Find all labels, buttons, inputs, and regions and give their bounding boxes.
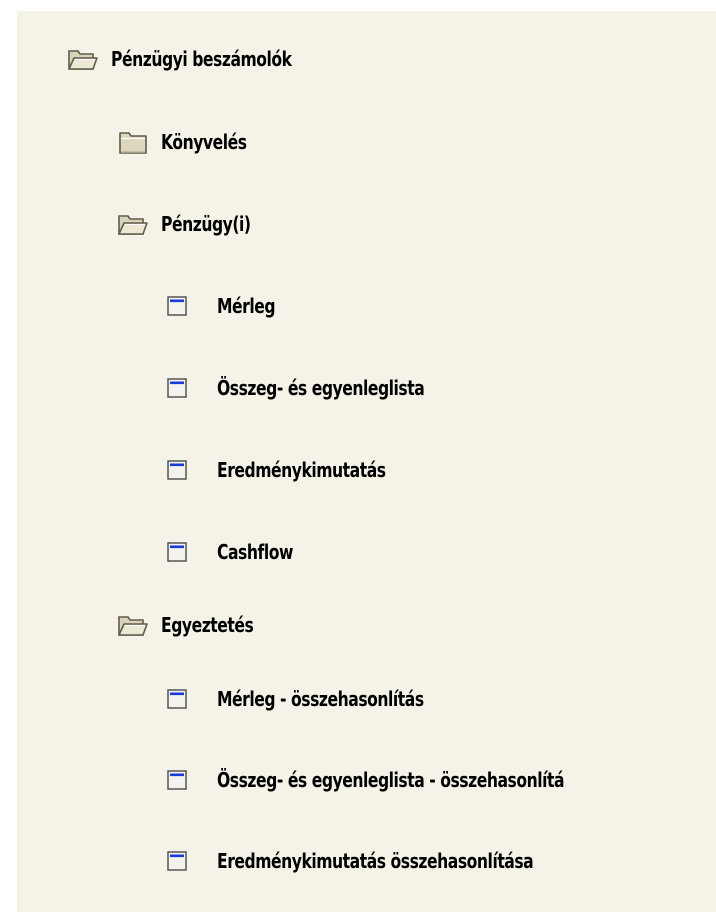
tree-node-penzugyi-beszamolok[interactable]: Pénzügyi beszámolók: [67, 41, 343, 77]
tree-node-label: Mérleg: [217, 294, 276, 318]
tree-node-label: Egyeztetés: [161, 613, 254, 637]
report-icon: [167, 770, 187, 790]
tree-leaf-eredmenykimutatas-osszehasonlitasa[interactable]: Eredménykimutatás összehasonlítása: [167, 843, 622, 879]
tree-leaf-cashflow[interactable]: Cashflow: [167, 534, 314, 570]
tree-node-penzugy[interactable]: Pénzügy(i): [117, 206, 276, 242]
folder-closed-icon: [117, 128, 149, 156]
report-icon: [167, 851, 187, 871]
tree-leaf-merleg[interactable]: Mérleg: [167, 288, 291, 324]
tree-leaf-merleg-osszehasonlitas[interactable]: Mérleg - összehasonlítás: [167, 681, 482, 717]
folder-open-icon: [67, 45, 99, 73]
tree-node-konyveles[interactable]: Könyvelés: [117, 124, 271, 160]
tree-node-label: Könyvelés: [161, 130, 247, 154]
tree-node-label: Pénzügyi beszámolók: [111, 47, 292, 71]
tree-node-label: Pénzügy(i): [161, 212, 251, 236]
tree-node-label: Összeg- és egyenleglista - összehasonlít…: [217, 768, 565, 792]
tree-node-label: Eredménykimutatás: [217, 458, 386, 482]
report-icon: [167, 378, 187, 398]
folder-open-icon: [117, 210, 149, 238]
tree-node-egyeztetes[interactable]: Egyeztetés: [117, 607, 279, 643]
tree-node-label: Mérleg - összehasonlítás: [217, 687, 424, 711]
report-icon: [167, 689, 187, 709]
tree-node-label: Összeg- és egyenleglista: [217, 376, 425, 400]
tree-leaf-eredmenykimutatas[interactable]: Eredménykimutatás: [167, 452, 433, 488]
tree-leaf-osszeg-es-egyenleglista[interactable]: Összeg- és egyenleglista: [167, 370, 483, 406]
folder-open-icon: [117, 611, 149, 639]
tree-node-label: Eredménykimutatás összehasonlítása: [217, 849, 534, 873]
tree-panel: Pénzügyi beszámolók Könyvelés Pénzügy(i)…: [17, 11, 716, 912]
report-icon: [167, 542, 187, 562]
report-icon: [167, 460, 187, 480]
report-icon: [167, 296, 187, 316]
tree-node-label: Cashflow: [217, 540, 293, 564]
tree-leaf-osszeg-es-egyenleglista-osszehasonlitas[interactable]: Összeg- és egyenleglista - összehasonlít…: [167, 762, 662, 798]
